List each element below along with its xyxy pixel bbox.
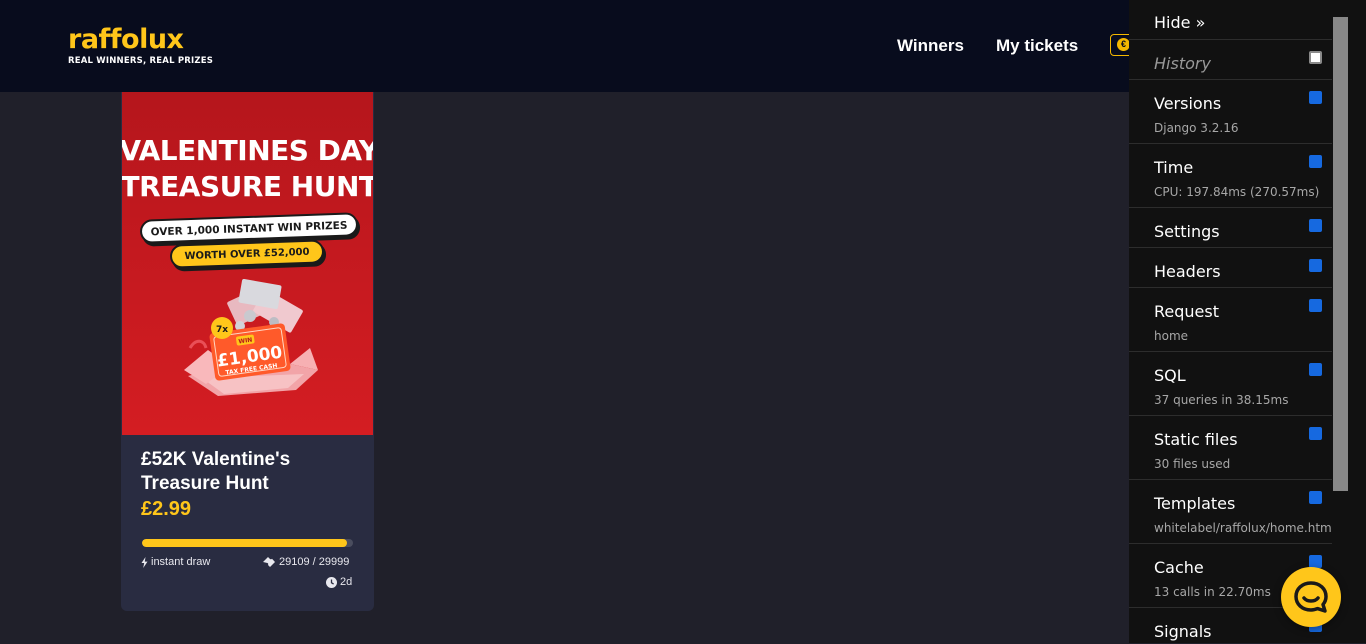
debug-panel-label[interactable]: Request xyxy=(1154,302,1219,321)
debug-panel-request[interactable]: Request home xyxy=(1129,287,1332,352)
debug-panel-subtitle: 30 files used xyxy=(1154,457,1231,471)
site-logo[interactable]: raffolux REAL WINNERS, REAL PRIZES xyxy=(68,24,214,67)
tickets-count-label: 29109 / 29999 xyxy=(279,556,350,568)
image-title-line1: VALENTINES DAY xyxy=(122,134,373,167)
image-instant-prizes-pill: OVER 1,000 INSTANT WIN PRIZES xyxy=(139,212,359,244)
debug-panel-subtitle: 37 queries in 38.15ms xyxy=(1154,393,1289,407)
debug-panel-toggle-checkbox[interactable] xyxy=(1309,259,1322,272)
nav-winners-link[interactable]: Winners xyxy=(897,36,964,56)
chat-bubble-icon xyxy=(1294,581,1328,613)
debug-panel-label[interactable]: History xyxy=(1154,54,1211,73)
debug-panel-label[interactable]: SQL xyxy=(1154,366,1186,385)
tickets-sold-progress-bar xyxy=(142,539,353,547)
multiplier-badge: 7x xyxy=(216,325,228,335)
debug-toolbar: Hide » History Versions Django 3.2.16 Ti… xyxy=(1129,0,1366,643)
logo-wordmark: raffolux xyxy=(68,24,184,55)
time-remaining-label: 2d xyxy=(340,576,353,588)
debug-panel-label[interactable]: Headers xyxy=(1154,262,1221,281)
debug-panel-label[interactable]: Templates xyxy=(1154,494,1235,513)
debug-panel-label[interactable]: Static files xyxy=(1154,430,1238,449)
logo-tagline: REAL WINNERS, REAL PRIZES xyxy=(68,56,214,66)
debug-panel-label[interactable]: Versions xyxy=(1154,94,1221,113)
clock-icon xyxy=(326,576,337,588)
scrollbar-thumb[interactable] xyxy=(1333,17,1348,491)
competition-title[interactable]: £52K Valentine's Treasure Hunt xyxy=(141,448,351,496)
debug-panel-templates[interactable]: Templates whitelabel/raffolux/home.html xyxy=(1129,479,1336,544)
instant-draw-label: instant draw xyxy=(151,556,211,568)
debug-panel-time[interactable]: Time CPU: 197.84ms (270.57ms) xyxy=(1129,143,1332,208)
instant-draw-indicator: instant draw xyxy=(141,556,210,568)
debug-panel-label[interactable]: Settings xyxy=(1154,222,1220,241)
lightning-icon xyxy=(141,556,148,568)
competition-card[interactable]: VALENTINES DAY TREASURE HUNT OVER 1,000 … xyxy=(121,92,374,611)
debug-panel-toggle-checkbox[interactable] xyxy=(1309,219,1322,232)
debug-panel-subtitle: whitelabel/raffolux/home.html xyxy=(1154,521,1336,535)
image-title-line2: TREASURE HUNT xyxy=(122,170,373,203)
tickets-count: 29109 / 29999 xyxy=(262,556,349,568)
debug-panel-sql[interactable]: SQL 37 queries in 38.15ms xyxy=(1129,351,1332,416)
debug-panel-toggle-checkbox[interactable] xyxy=(1309,427,1322,440)
debug-panel-subtitle: 13 calls in 22.70ms xyxy=(1154,585,1271,599)
debug-toolbar-scrollbar[interactable] xyxy=(1332,0,1349,643)
debug-panel-subtitle: CPU: 197.84ms (270.57ms) xyxy=(1154,185,1320,199)
debug-panel-label[interactable]: Cache xyxy=(1154,558,1204,577)
live-chat-button[interactable] xyxy=(1281,567,1341,627)
debug-panel-toggle-checkbox[interactable] xyxy=(1309,363,1322,376)
image-worth-pill: WORTH OVER £52,000 xyxy=(169,239,325,269)
competition-image[interactable]: VALENTINES DAY TREASURE HUNT OVER 1,000 … xyxy=(122,92,373,435)
debug-toolbar-hide-link[interactable]: Hide » xyxy=(1154,13,1205,32)
prize-box-illustration: WIN £1,000 TAX FREE CASH 7x xyxy=(184,279,318,396)
debug-panel-versions[interactable]: Versions Django 3.2.16 xyxy=(1129,79,1332,144)
time-remaining: 2d xyxy=(326,576,352,588)
debug-panel-toggle-checkbox[interactable] xyxy=(1309,91,1322,104)
debug-panel-label[interactable]: Time xyxy=(1154,158,1193,177)
debug-panel-subtitle: Django 3.2.16 xyxy=(1154,121,1239,135)
tickets-sold-progress-fill xyxy=(142,539,347,547)
debug-panel-toggle-checkbox[interactable] xyxy=(1309,299,1322,312)
debug-panel-history[interactable]: History xyxy=(1129,39,1332,80)
debug-panel-toggle-checkbox[interactable] xyxy=(1309,155,1322,168)
debug-panel-toggle-checkbox[interactable] xyxy=(1309,491,1322,504)
debug-panel-toggle-checkbox[interactable] xyxy=(1309,51,1322,64)
debug-panel-label[interactable]: Signals xyxy=(1154,622,1211,641)
nav-my-tickets-link[interactable]: My tickets xyxy=(996,36,1078,56)
debug-panel-headers[interactable]: Headers xyxy=(1129,247,1332,288)
debug-panel-subtitle: home xyxy=(1154,329,1189,343)
ticket-icon xyxy=(263,557,275,567)
debug-panel-settings[interactable]: Settings xyxy=(1129,207,1332,248)
debug-panel-static-files[interactable]: Static files 30 files used xyxy=(1129,415,1332,480)
competition-price: £2.99 xyxy=(141,498,192,520)
